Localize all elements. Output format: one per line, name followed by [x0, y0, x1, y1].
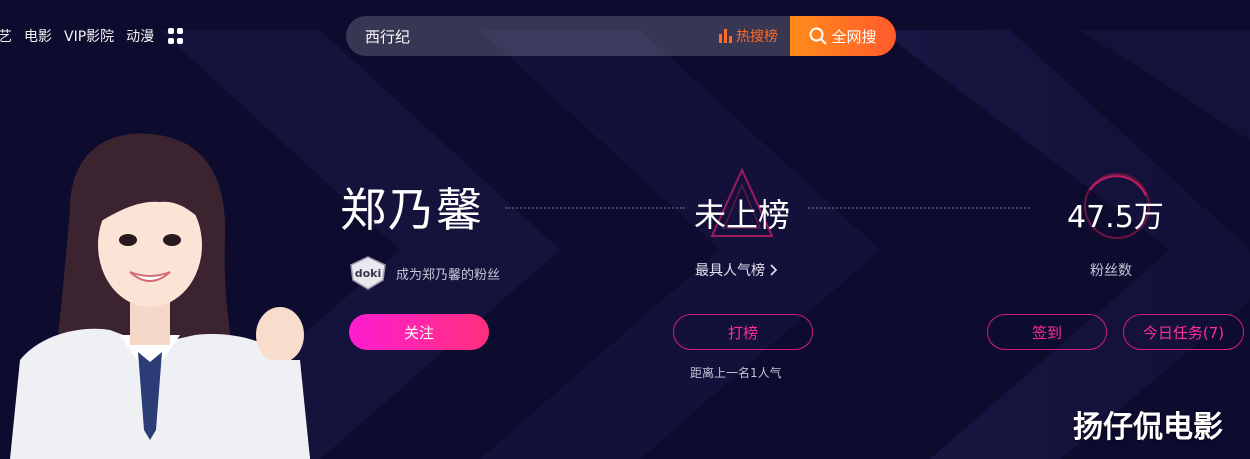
nav-item-variety[interactable]: 艺 [0, 26, 12, 46]
vote-button[interactable]: 打榜 [673, 314, 813, 350]
star-name: 郑乃馨 [340, 183, 484, 237]
hot-bars-icon [719, 29, 732, 43]
star-avatar [10, 133, 310, 459]
hot-search-link[interactable]: 热搜榜 [719, 26, 778, 46]
hot-search-label: 热搜榜 [736, 29, 778, 45]
nav-item-movie[interactable]: 电影 [24, 26, 52, 46]
search-icon [809, 27, 827, 45]
search-button-label: 全网搜 [831, 27, 877, 46]
divider-dots-right [808, 207, 1030, 209]
fans-label: 粉丝数 [1090, 263, 1132, 279]
chevron-right-icon [770, 264, 778, 276]
popularity-chart-link[interactable]: 最具人气榜 [695, 260, 778, 280]
rank-gap-note: 距离上一名1人气 [690, 366, 782, 380]
fans-count: 47.5万 [1067, 200, 1164, 235]
daily-tasks-button[interactable]: 今日任务(7) [1123, 314, 1244, 350]
rank-status: 未上榜 [694, 196, 791, 234]
follow-button[interactable]: 关注 [349, 314, 489, 350]
search-button[interactable]: 全网搜 [790, 16, 896, 56]
divider-dots-left [505, 207, 685, 209]
search-box: 热搜榜 [346, 16, 790, 56]
nav-item-vip-cinema[interactable]: VIP影院 [64, 26, 114, 46]
signin-button[interactable]: 签到 [987, 314, 1107, 350]
watermark: 扬仔侃电影 [1073, 410, 1223, 445]
search-input[interactable] [365, 27, 719, 45]
grid-icon[interactable] [168, 28, 184, 44]
doki-fan-text: 成为郑乃馨的粉丝 [396, 267, 501, 283]
doki-badge-text: doki [355, 267, 382, 280]
doki-fan-link[interactable]: doki 成为郑乃馨的粉丝 [348, 256, 500, 290]
doki-badge-icon: doki [350, 256, 386, 290]
popularity-chart-label: 最具人气榜 [695, 263, 765, 279]
search-bar: 热搜榜 全网搜 [346, 16, 896, 56]
nav-item-anime[interactable]: 动漫 [126, 26, 154, 46]
top-nav: 艺 电影 VIP影院 动漫 [0, 26, 184, 46]
